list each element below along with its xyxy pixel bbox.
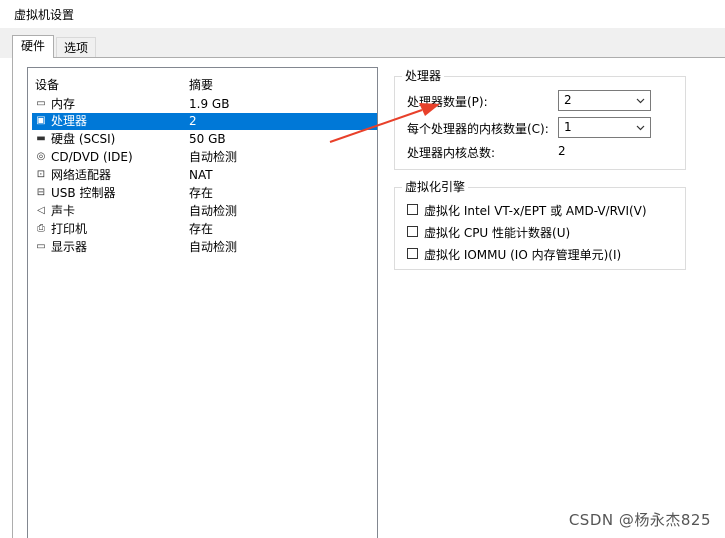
watermark: CSDN @杨永杰825 bbox=[568, 511, 711, 529]
annotation-arrow-icon bbox=[329, 103, 440, 143]
tab-hardware[interactable]: 硬件 bbox=[12, 35, 54, 58]
